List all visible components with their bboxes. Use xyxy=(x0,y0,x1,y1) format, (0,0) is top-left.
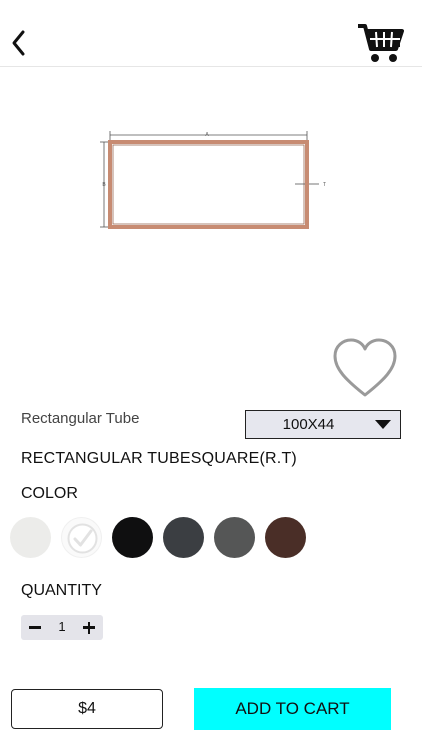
price-display: $4 xyxy=(11,689,163,729)
quantity-stepper: 1 xyxy=(21,615,103,640)
cart-button[interactable] xyxy=(356,22,404,64)
dimension-label-t: T xyxy=(323,182,326,188)
back-button[interactable] xyxy=(8,26,36,60)
top-bar xyxy=(0,0,422,67)
plus-icon[interactable] xyxy=(81,619,99,637)
color-swatch-dark-gray[interactable] xyxy=(214,517,255,558)
favorite-button[interactable] xyxy=(332,338,398,400)
product-name: RECTANGULAR TUBESQUARE(R.T) xyxy=(21,450,297,467)
add-to-cart-button[interactable]: ADD TO CART xyxy=(194,688,391,730)
heart-outline-icon xyxy=(333,338,397,397)
size-select-value: 100X44 xyxy=(282,416,335,433)
dimension-label-b: B xyxy=(102,182,106,188)
color-swatch-black[interactable] xyxy=(112,517,153,558)
caret-down-icon xyxy=(375,420,391,429)
quantity-label: QUANTITY xyxy=(21,582,102,599)
size-select[interactable]: 100X44 xyxy=(245,410,401,439)
shopping-cart-icon xyxy=(358,24,404,62)
minus-icon[interactable] xyxy=(27,619,45,637)
color-label: COLOR xyxy=(21,485,78,502)
color-swatches xyxy=(10,517,316,561)
chevron-left-icon xyxy=(12,30,25,56)
color-swatch-brown[interactable] xyxy=(265,517,306,558)
checkmark-icon xyxy=(67,523,98,554)
product-type-label: Rectangular Tube xyxy=(21,410,140,427)
product-image: A B T xyxy=(95,126,327,238)
color-swatch-charcoal[interactable] xyxy=(163,517,204,558)
color-swatch-light-gray[interactable] xyxy=(10,517,51,558)
color-swatch-white[interactable] xyxy=(61,517,102,558)
quantity-value: 1 xyxy=(58,619,66,634)
